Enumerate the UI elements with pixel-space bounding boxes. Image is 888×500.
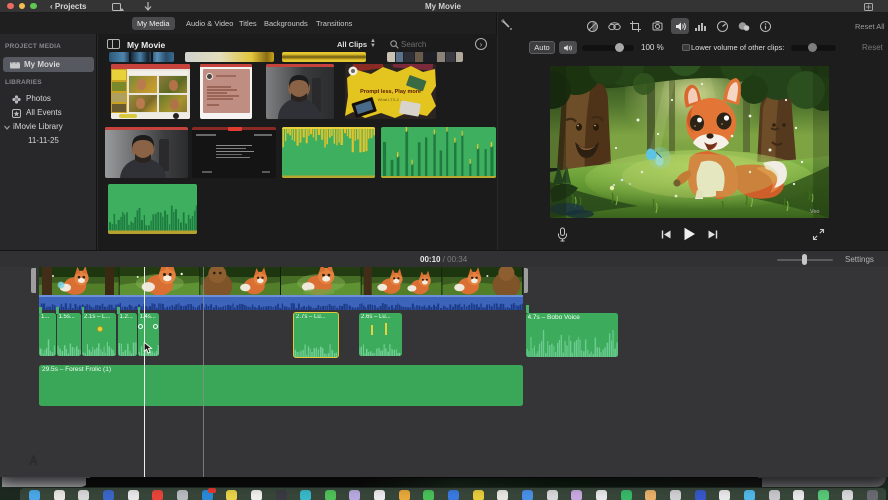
svg-text:Veo: Veo	[810, 209, 819, 215]
